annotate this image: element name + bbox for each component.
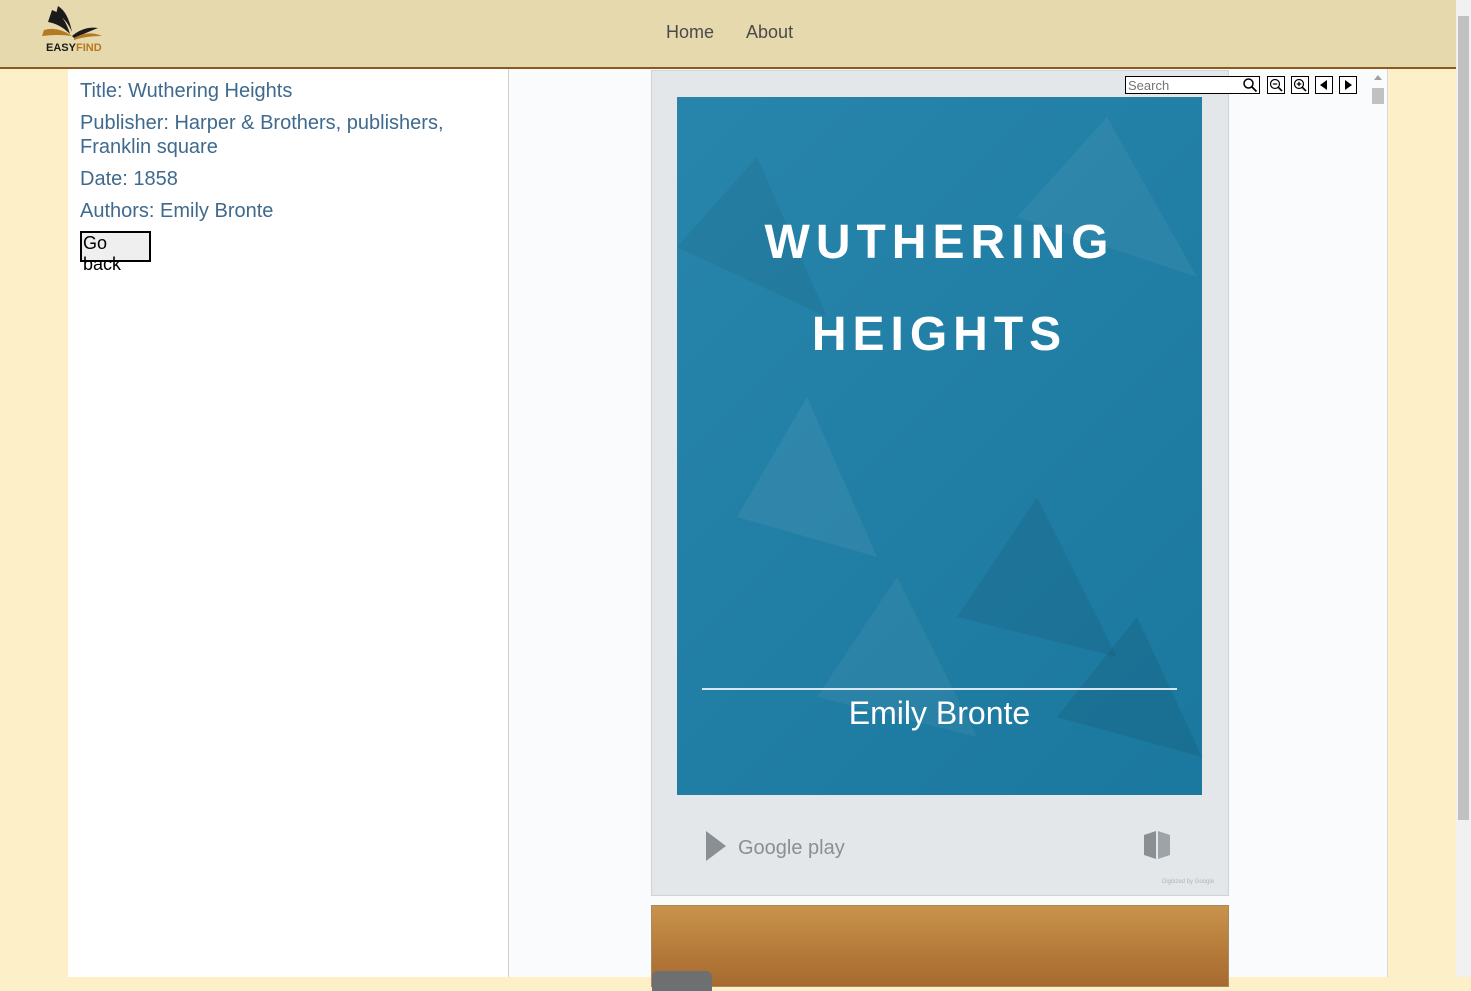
window-scroll-thumb[interactable] [1458, 16, 1469, 820]
site-header: EASYFIND Home About [0, 0, 1456, 69]
cover-title-line-1: WUTHERING [764, 216, 1115, 269]
prev-page-button[interactable] [1315, 76, 1333, 94]
viewer-scroll-thumb[interactable] [1372, 88, 1384, 104]
nav-home-link[interactable]: Home [666, 22, 714, 42]
logo-icon [42, 6, 102, 40]
prev-page-icon [1320, 80, 1327, 90]
book-date: Date: 1858 [80, 168, 178, 190]
cover-title-line-2: HEIGHTS [811, 308, 1068, 361]
zoom-in-icon [1293, 78, 1307, 92]
scroll-up-arrow-icon[interactable] [1370, 72, 1386, 84]
google-play-label: Google play [738, 837, 845, 859]
logo[interactable]: EASYFIND [38, 4, 108, 58]
next-page-icon [1345, 80, 1352, 90]
zoom-out-icon [1269, 78, 1283, 92]
logo-text-easy: EASY [46, 42, 76, 54]
cover-image: WUTHERING HEIGHTS Emily Bronte [677, 97, 1202, 795]
book-details-panel: Title: Wuthering Heights Publisher: Harp… [68, 69, 509, 977]
viewer-page-cover: WUTHERING HEIGHTS Emily Bronte Google pl… [651, 70, 1229, 896]
next-page-button[interactable] [1339, 76, 1357, 94]
viewer-search-box [1125, 76, 1260, 94]
go-back-button[interactable]: Go back [80, 231, 151, 274]
book-viewer[interactable]: WUTHERING HEIGHTS Emily Bronte Google pl… [509, 69, 1388, 991]
viewer-page-2 [651, 905, 1229, 991]
logo-text: EASYFIND [46, 42, 102, 54]
nav-about-link[interactable]: About [746, 22, 793, 42]
cover-author: Emily Bronte [848, 695, 1031, 731]
cover-pattern [677, 117, 1202, 757]
viewer-search-input[interactable] [1126, 77, 1242, 94]
zoom-out-button[interactable] [1267, 76, 1285, 94]
main-nav: Home About [666, 22, 821, 43]
viewer-scrollbar[interactable] [1369, 72, 1385, 977]
book-publisher: Publisher: Harper & Brothers, publishers… [80, 112, 444, 158]
logo-text-find: FIND [75, 42, 102, 54]
google-play-icon [706, 831, 726, 861]
search-icon[interactable] [1242, 77, 1258, 93]
page2-shadow [652, 971, 712, 991]
cover-divider [702, 688, 1177, 690]
book-authors: Authors: Emily Bronte [80, 200, 274, 222]
digitized-note: Digitized by Google [1162, 879, 1215, 885]
zoom-in-button[interactable] [1291, 76, 1309, 94]
book-title: Title: Wuthering Heights [80, 80, 293, 102]
book-icon [1144, 831, 1170, 859]
window-scrollbar[interactable] [1456, 0, 1471, 977]
